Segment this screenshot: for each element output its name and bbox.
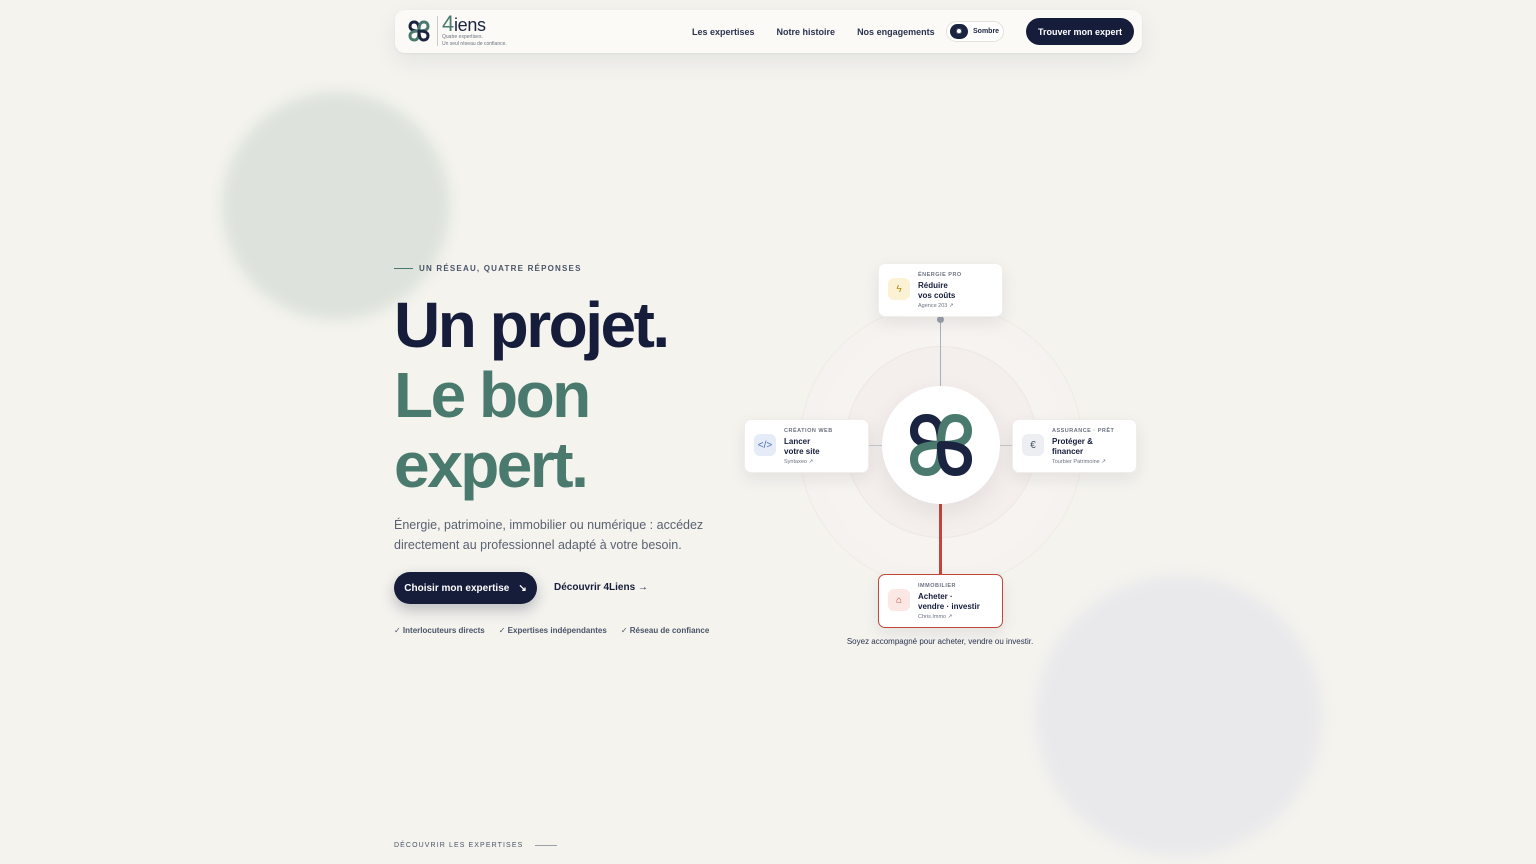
logo-wordmark: 4iens bbox=[442, 11, 486, 36]
card-tag: CRÉATION WEB bbox=[784, 428, 833, 434]
home-icon: ⌂ bbox=[888, 589, 910, 611]
card-partner-link[interactable]: Agence 203 ↗ bbox=[918, 303, 962, 309]
check-item: ✓ Expertises indépendantes bbox=[498, 626, 607, 635]
scroll-hint-label: DÉCOUVRIR LES EXPERTISES bbox=[394, 842, 524, 849]
trust-checklist: ✓ Interlocuteurs directs ✓ Expertises in… bbox=[394, 626, 709, 635]
card-partner-link[interactable]: Tourbier Patrimoine ↗ bbox=[1052, 459, 1114, 465]
scroll-hint[interactable]: DÉCOUVRIR LES EXPERTISES bbox=[394, 842, 558, 849]
connector-left bbox=[868, 445, 882, 446]
find-expert-button[interactable]: Trouver mon expert bbox=[1026, 18, 1134, 45]
nav-links: Les expertises Notre histoire Nos engage… bbox=[692, 10, 935, 53]
choose-expertise-label: Choisir mon expertise bbox=[404, 582, 510, 594]
check-item: ✓ Réseau de confiance bbox=[620, 626, 710, 635]
discover-4liens-link[interactable]: Découvrir 4Liens → bbox=[554, 582, 648, 593]
nav-link-expertises[interactable]: Les expertises bbox=[692, 27, 755, 37]
theme-toggle[interactable]: ✹ Sombre bbox=[946, 21, 1004, 42]
card-tag: ASSURANCE · PRÊT bbox=[1052, 428, 1115, 434]
logo-text-block: 4iens Quatre expertises. Un seul réseau … bbox=[442, 11, 507, 47]
eyebrow-text: UN RÉSEAU, QUATRE RÉPONSES bbox=[419, 264, 582, 273]
card-tag: IMMOBILIER bbox=[918, 583, 956, 589]
card-title: Protéger & financer bbox=[1052, 437, 1093, 456]
hero-eyebrow: UN RÉSEAU, QUATRE RÉPONSES bbox=[394, 264, 582, 273]
top-navbar: 4iens Quatre expertises. Un seul réseau … bbox=[395, 10, 1142, 53]
card-assurance[interactable]: € ASSURANCE · PRÊT Protéger & financer T… bbox=[1012, 419, 1137, 473]
logo[interactable]: 4iens Quatre expertises. Un seul réseau … bbox=[407, 11, 507, 47]
connector-bottom-active bbox=[939, 504, 942, 576]
arrow-down-right-icon: ↘ bbox=[518, 582, 527, 594]
logo-tagline-2: Un seul réseau de confiance. bbox=[442, 40, 507, 47]
clover-logo-icon bbox=[909, 413, 973, 477]
eyebrow-line bbox=[394, 268, 413, 269]
headline-line-2: Le bon bbox=[394, 359, 591, 431]
clover-logo-icon bbox=[408, 20, 430, 42]
card-title: Réduire vos coûts bbox=[918, 281, 956, 300]
logo-tagline-1: Quatre expertises. bbox=[442, 34, 483, 40]
sun-icon: ✹ bbox=[950, 24, 968, 39]
scroll-hint-line bbox=[535, 845, 558, 846]
diagram-caption: Soyez accompagné pour acheter, vendre ou… bbox=[846, 637, 1034, 646]
headline-line-1: Un projet. bbox=[394, 289, 670, 361]
logo-divider bbox=[437, 16, 438, 46]
hub-logo bbox=[882, 386, 1000, 504]
card-partner-link[interactable]: Chris.Immo ↗ bbox=[918, 614, 980, 620]
card-energie[interactable]: ϟ ÉNERGIE PRO Réduire vos coûts Agence 2… bbox=[878, 263, 1003, 317]
connector-dot bbox=[937, 316, 944, 323]
hero-lead: Énergie, patrimoine, immobilier ou numér… bbox=[394, 518, 704, 552]
card-creation-web[interactable]: </> CRÉATION WEB Lancer votre site Synta… bbox=[744, 419, 869, 473]
code-icon: </> bbox=[754, 434, 776, 456]
nav-link-histoire[interactable]: Notre histoire bbox=[777, 27, 836, 37]
card-title: Acheter · vendre · investir bbox=[918, 592, 980, 611]
check-item: ✓ Interlocuteurs directs bbox=[394, 626, 485, 635]
card-partner-link[interactable]: Syntaxeo ↗ bbox=[784, 459, 833, 465]
connector-top bbox=[940, 318, 941, 388]
card-tag: ÉNERGIE PRO bbox=[918, 272, 962, 278]
decorative-blob-green bbox=[222, 92, 450, 320]
theme-toggle-label: Sombre bbox=[973, 28, 1000, 35]
card-title: Lancer votre site bbox=[784, 437, 820, 456]
nav-link-engagements[interactable]: Nos engagements bbox=[857, 27, 935, 37]
choose-expertise-button[interactable]: Choisir mon expertise ↘ bbox=[394, 572, 537, 604]
card-immobilier[interactable]: ⌂ IMMOBILIER Acheter · vendre · investir… bbox=[878, 574, 1003, 628]
hero-headline: Un projet. Le bon expert. bbox=[394, 289, 670, 501]
bolt-icon: ϟ bbox=[888, 278, 910, 300]
expertise-diagram: ϟ ÉNERGIE PRO Réduire vos coûts Agence 2… bbox=[740, 260, 1140, 650]
headline-line-3: expert. bbox=[394, 429, 589, 501]
euro-icon: € bbox=[1022, 434, 1044, 456]
